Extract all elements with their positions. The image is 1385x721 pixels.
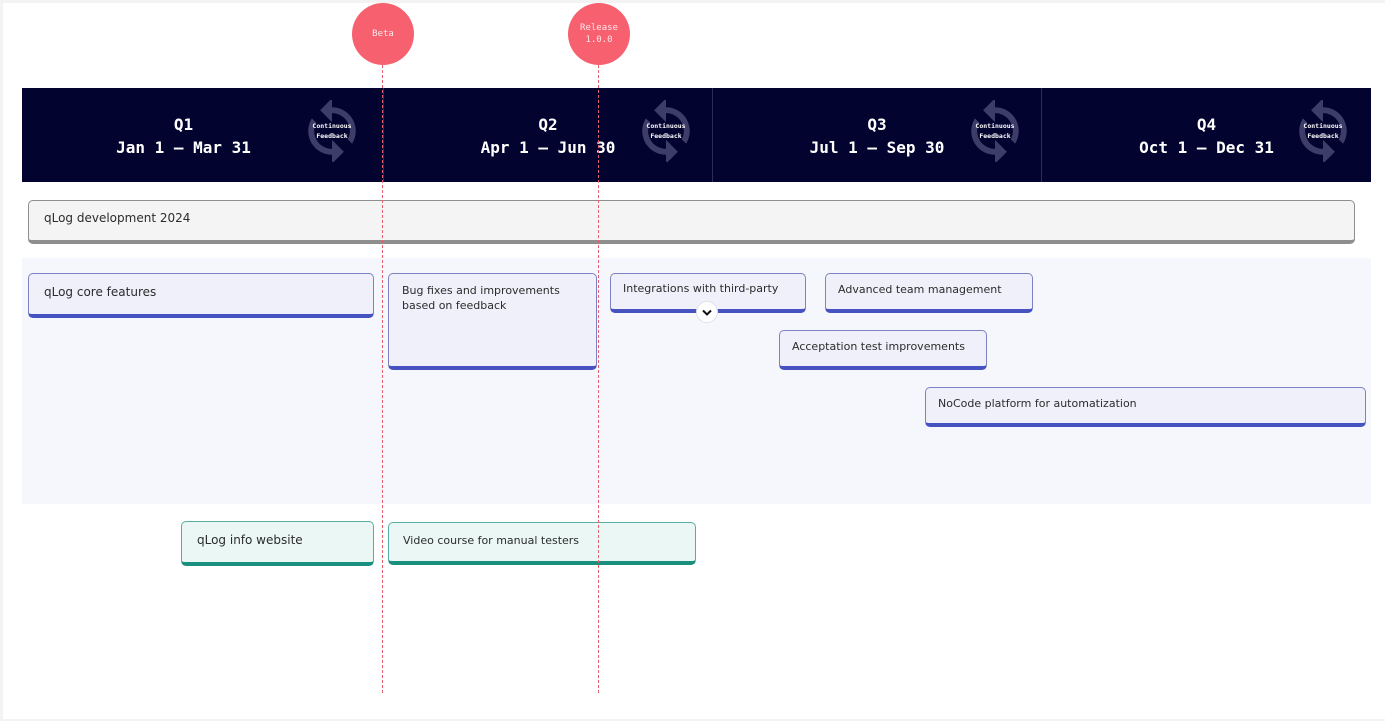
roadmap-item-label: NoCode platform for automatization: [938, 397, 1137, 410]
milestone-beta-line: [382, 65, 383, 693]
continuous-feedback-label: Continuous Feedback: [975, 122, 1015, 140]
roadmap-item-label: Advanced team management: [838, 283, 1002, 296]
roadmap-item[interactable]: Acceptation test improvements: [779, 330, 987, 370]
roadmap-item[interactable]: Video course for manual testers: [388, 522, 696, 565]
roadmap-canvas: Beta Release 1.0.0 Q1 Jan 1 – Mar 31 Con…: [3, 3, 1385, 719]
roadmap-item-label: Integrations with third-party: [623, 282, 779, 295]
continuous-feedback-label: Continuous Feedback: [312, 122, 352, 140]
continuous-feedback-label: Continuous Feedback: [646, 122, 686, 140]
quarter-q4: Q4 Oct 1 – Dec 31 Continuous Feedback: [1042, 88, 1371, 182]
milestone-beta[interactable]: Beta: [352, 3, 414, 65]
roadmap-item[interactable]: NoCode platform for automatization: [925, 387, 1366, 427]
roadmap-item[interactable]: qLog core features: [28, 273, 374, 318]
epic-label: qLog development 2024: [44, 211, 191, 225]
quarter-header: Q1 Jan 1 – Mar 31 Continuous Feedback Q2…: [22, 88, 1371, 182]
roadmap-item-label: qLog core features: [44, 285, 157, 299]
chevron-down-icon: [702, 309, 712, 316]
roadmap-item[interactable]: Bug fixes and improvements based on feed…: [388, 273, 597, 370]
milestone-release-line: [598, 65, 599, 693]
roadmap-item-label: Bug fixes and improvements based on feed…: [402, 284, 560, 312]
roadmap-item-label: Video course for manual testers: [403, 534, 580, 547]
quarter-q2: Q2 Apr 1 – Jun 30 Continuous Feedback: [384, 88, 713, 182]
milestone-release[interactable]: Release 1.0.0: [568, 3, 630, 65]
epic-card[interactable]: qLog development 2024: [28, 200, 1355, 244]
continuous-feedback-label: Continuous Feedback: [1303, 122, 1343, 140]
expand-button[interactable]: [696, 301, 718, 323]
quarter-q3: Q3 Jul 1 – Sep 30 Continuous Feedback: [713, 88, 1042, 182]
roadmap-item[interactable]: qLog info website: [181, 521, 374, 566]
roadmap-item-label: Acceptation test improvements: [792, 340, 965, 353]
roadmap-item-label: qLog info website: [197, 533, 303, 547]
roadmap-item[interactable]: Advanced team management: [825, 273, 1033, 313]
quarter-q1: Q1 Jan 1 – Mar 31 Continuous Feedback: [22, 88, 384, 182]
